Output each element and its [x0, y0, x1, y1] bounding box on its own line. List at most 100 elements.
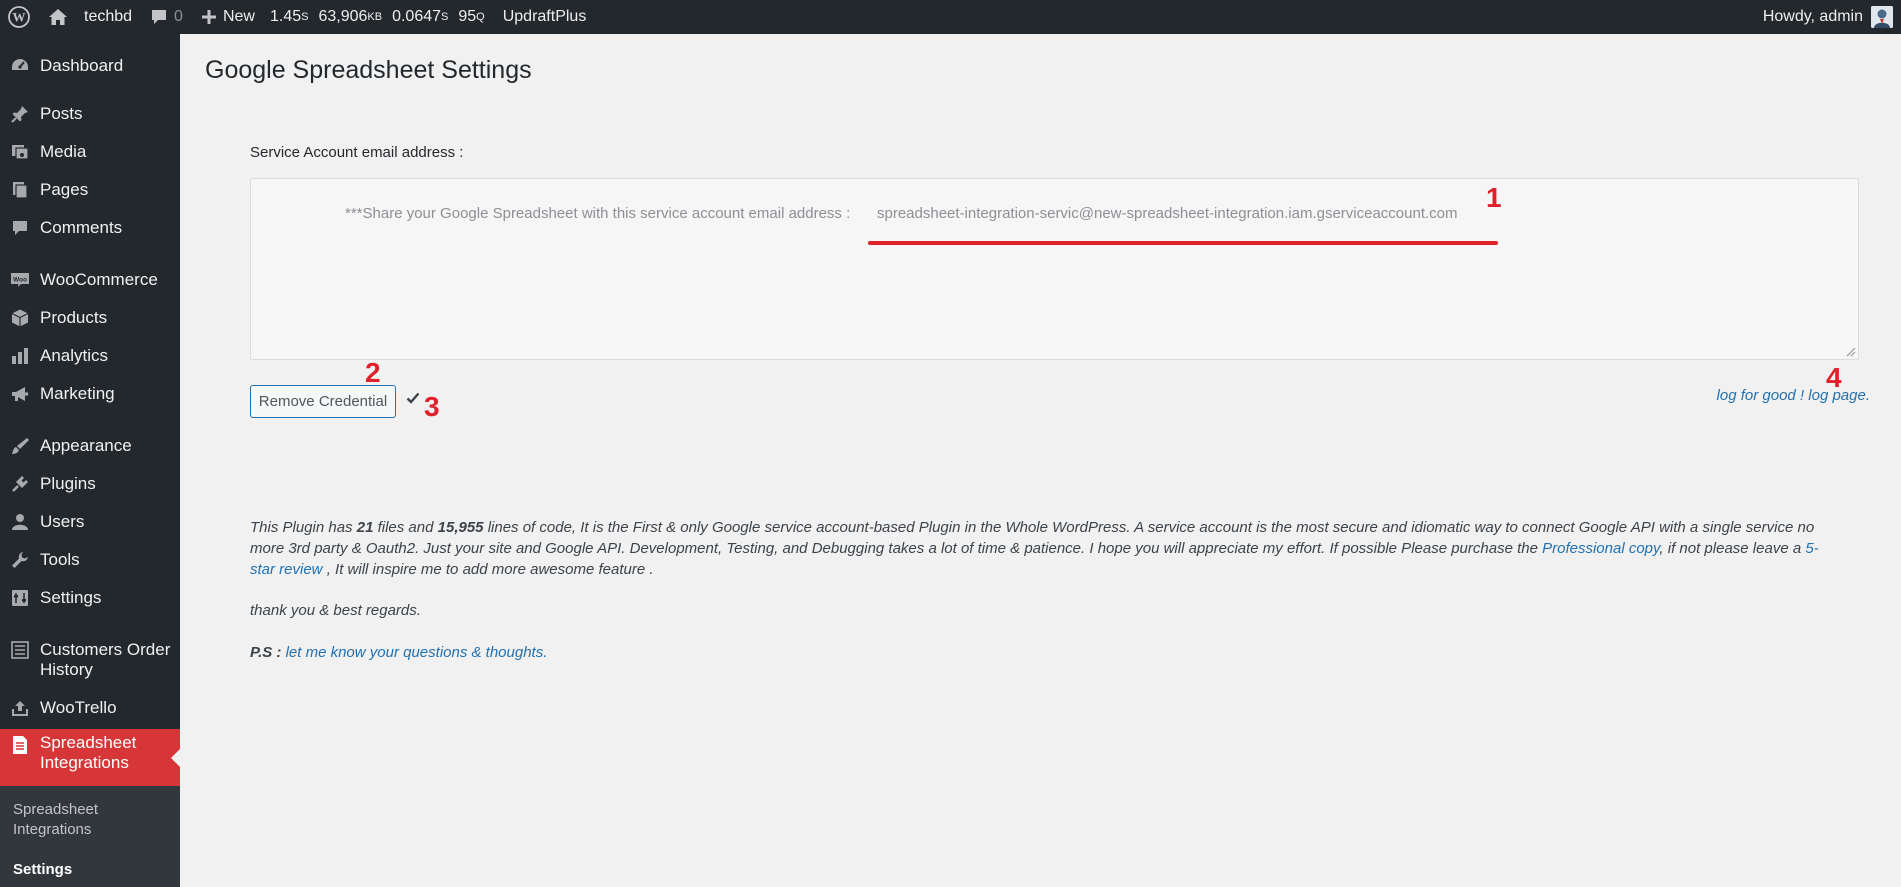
- plus-icon: [201, 10, 216, 24]
- sidebar-item-label: Settings: [40, 588, 102, 607]
- pages-icon: [13, 182, 28, 199]
- sidebar-item-plugins[interactable]: Plugins: [0, 474, 180, 494]
- log-page-link[interactable]: log for good ! log page.: [1717, 387, 1870, 404]
- remove-credential-button[interactable]: Remove Credential: [250, 385, 396, 418]
- bar-chart-icon: [12, 348, 28, 364]
- submenu-item-settings[interactable]: Settings: [13, 860, 72, 880]
- query-count: 95: [458, 8, 477, 25]
- annotation-underline: [868, 241, 1498, 245]
- comments-count: 0: [174, 8, 183, 25]
- woo-icon: Woo: [11, 273, 29, 287]
- sidebar-item-wootrello[interactable]: WooTrello: [0, 698, 180, 718]
- howdy-label: Howdy, admin: [1762, 8, 1863, 25]
- query-time: 0.0647: [392, 8, 442, 25]
- admin-bar: W techbd 0 New 1.45 S 63,906 KB 0.0647 S 95…: [0, 0, 1901, 34]
- query-time-unit: S: [441, 11, 449, 23]
- document-icon: [13, 736, 27, 754]
- sidebar-item-settings[interactable]: Settings: [0, 588, 180, 608]
- sidebar-item-posts[interactable]: Posts: [0, 104, 180, 124]
- sidebar-item-label: Users: [40, 512, 85, 531]
- query-monitor-stats[interactable]: 1.45 S 63,906 KB 0.0647 S 95 Q: [264, 0, 494, 34]
- sidebar-item-comments[interactable]: Comments: [0, 218, 180, 238]
- comments-link[interactable]: 0: [141, 0, 192, 34]
- comment-icon: [152, 10, 167, 24]
- sidebar-item-label: Posts: [40, 104, 83, 123]
- annotation-marker-1: 1: [1486, 182, 1502, 213]
- sidebar-item-appearance[interactable]: Appearance: [0, 436, 180, 456]
- home-icon: [49, 9, 67, 25]
- svg-text:W: W: [13, 10, 26, 25]
- sidebar-item-customers-order-history[interactable]: Customers Order History: [0, 640, 180, 680]
- brush-icon: [12, 438, 29, 454]
- load-time: 1.45: [269, 8, 302, 25]
- submenu-item-spreadsheet-integrations[interactable]: Spreadsheet Integrations: [13, 800, 133, 840]
- sidebar-item-label: Marketing: [40, 384, 115, 403]
- query-count-unit: Q: [476, 11, 485, 23]
- list-icon: [11, 641, 29, 659]
- sidebar-item-label: WooCommerce: [40, 270, 158, 289]
- sidebar-item-dashboard[interactable]: Dashboard: [0, 56, 180, 76]
- sidebar-item-products[interactable]: Products: [0, 308, 180, 328]
- sidebar-item-marketing[interactable]: Marketing: [0, 384, 180, 404]
- sidebar-item-media[interactable]: Media: [0, 142, 180, 162]
- plug-icon: [12, 476, 28, 492]
- load-time-unit: S: [301, 11, 309, 23]
- sidebar-item-label: Plugins: [40, 474, 96, 493]
- dashboard-icon: [12, 59, 28, 70]
- service-account-label: Service Account email address :: [250, 144, 464, 161]
- memory-unit: KB: [367, 11, 383, 23]
- sidebar-item-tools[interactable]: Tools: [0, 550, 180, 570]
- plugin-description: This Plugin has 21 files and 15,955 line…: [250, 517, 1840, 580]
- professional-copy-link[interactable]: Professional copy: [1542, 540, 1659, 557]
- sidebar-item-pages[interactable]: Pages: [0, 180, 180, 200]
- sidebar-item-users[interactable]: Users: [0, 512, 180, 532]
- sidebar-item-label: Media: [40, 142, 87, 161]
- avatar: [1871, 6, 1893, 28]
- ps-line: P.S : let me know your questions & thoug…: [250, 642, 1840, 663]
- megaphone-icon: [12, 387, 29, 401]
- sidebar-item-label: Spreadsheet Integrations: [40, 733, 137, 772]
- site-home-link[interactable]: techbd: [39, 0, 141, 34]
- annotation-marker-2: 2: [365, 357, 381, 388]
- comment-icon: [13, 221, 27, 235]
- updraftplus-label: UpdraftPlus: [502, 8, 587, 25]
- sidebar-item-label: Comments: [40, 218, 123, 237]
- settings-icon: [12, 590, 28, 606]
- page-title: Google Spreadsheet Settings: [205, 56, 532, 84]
- new-content-menu[interactable]: New: [192, 0, 264, 34]
- svg-text:Woo: Woo: [13, 277, 27, 284]
- media-icon: [12, 145, 29, 160]
- new-label: New: [222, 8, 255, 25]
- sidebar-item-label: Analytics: [40, 346, 109, 365]
- wrench-icon: [12, 552, 28, 568]
- pin-icon: [11, 106, 28, 123]
- updraftplus-menu[interactable]: UpdraftPlus: [494, 0, 596, 34]
- user-icon: [12, 514, 28, 530]
- sidebar-item-label: Appearance: [40, 436, 132, 455]
- thanks-text: thank you & best regards.: [250, 602, 421, 619]
- sidebar-submenu: Spreadsheet Integrations Settings: [0, 786, 180, 887]
- sidebar-item-analytics[interactable]: Analytics: [0, 346, 180, 366]
- memory-usage: 63,906: [318, 8, 368, 25]
- box-icon: [11, 309, 29, 327]
- account-menu[interactable]: Howdy, admin: [1763, 0, 1901, 34]
- ps-label: P.S :: [250, 644, 282, 661]
- sidebar-item-label: Pages: [40, 180, 89, 199]
- upload-icon: [12, 701, 28, 716]
- sidebar-item-label: Dashboard: [40, 56, 124, 75]
- sidebar-item-woocommerce[interactable]: Woo WooCommerce: [0, 270, 180, 290]
- main-content: Google Spreadsheet Settings Service Acco…: [180, 34, 1901, 887]
- admin-sidebar: Dashboard Posts Media Pages Comments Woo…: [0, 34, 180, 887]
- description-text: files and: [373, 519, 438, 536]
- annotation-marker-3: 3: [424, 391, 440, 422]
- sidebar-item-label: Customers Order History: [40, 640, 171, 679]
- questions-link[interactable]: let me know your questions & thoughts.: [286, 644, 548, 661]
- sidebar-item-spreadsheet-integrations[interactable]: Spreadsheet Integrations: [0, 729, 180, 786]
- sidebar-item-label: Products: [40, 308, 108, 327]
- resize-handle-icon[interactable]: [1846, 347, 1856, 357]
- wordpress-logo-icon[interactable]: W: [0, 0, 39, 34]
- description-text: , It will inspire me to add more awesome…: [322, 561, 654, 578]
- service-account-textarea[interactable]: ***Share your Google Spreadsheet with th…: [250, 178, 1859, 360]
- line-count: 15,955: [437, 519, 484, 536]
- description-text: , if not please leave a: [1659, 540, 1806, 557]
